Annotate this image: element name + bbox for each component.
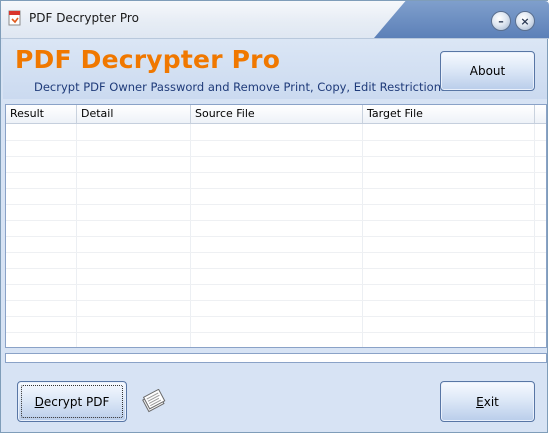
table-row (6, 188, 546, 205)
about-button[interactable]: About (440, 51, 535, 91)
app-subtitle: Decrypt PDF Owner Password and Remove Pr… (34, 80, 451, 94)
table-row (6, 236, 546, 253)
exit-button[interactable]: Exit (440, 381, 535, 422)
table-row (6, 172, 546, 189)
close-icon: × (520, 14, 530, 28)
table-row (6, 268, 546, 285)
app-title: PDF Decrypter Pro (15, 45, 281, 74)
table-header: Result Detail Source File Target File (6, 105, 546, 124)
table-row (6, 156, 546, 173)
exit-button-label: Exit (476, 394, 499, 409)
table-row (6, 316, 546, 333)
table-row (6, 300, 546, 317)
main-window: PDF Decrypter Pro – × PDF Decrypter Pro … (0, 0, 549, 433)
table-row (6, 220, 546, 237)
column-header-source-file[interactable]: Source File (191, 105, 363, 123)
decrypt-pdf-button[interactable]: Decrypt PDF (17, 381, 127, 422)
decrypt-pdf-button-label: Decrypt PDF (34, 394, 110, 409)
table-row (6, 204, 546, 221)
pdf-file-icon (8, 10, 21, 26)
close-button[interactable]: × (515, 11, 535, 31)
progress-bar (5, 353, 547, 363)
about-button-label: About (469, 64, 506, 78)
table-row (6, 284, 546, 301)
column-header-result[interactable]: Result (6, 105, 77, 123)
minimize-button[interactable]: – (491, 11, 511, 31)
window-title: PDF Decrypter Pro (29, 11, 139, 25)
column-header-detail[interactable]: Detail (77, 105, 191, 123)
title-bar[interactable]: PDF Decrypter Pro – × (1, 1, 549, 39)
results-table[interactable]: Result Detail Source File Target File (5, 104, 547, 348)
documents-stack-icon (142, 389, 166, 413)
table-row (6, 124, 546, 141)
column-header-target-file[interactable]: Target File (363, 105, 535, 123)
table-row (6, 252, 546, 269)
table-body[interactable] (6, 124, 546, 347)
table-row (6, 140, 546, 157)
minimize-icon: – (498, 14, 504, 28)
